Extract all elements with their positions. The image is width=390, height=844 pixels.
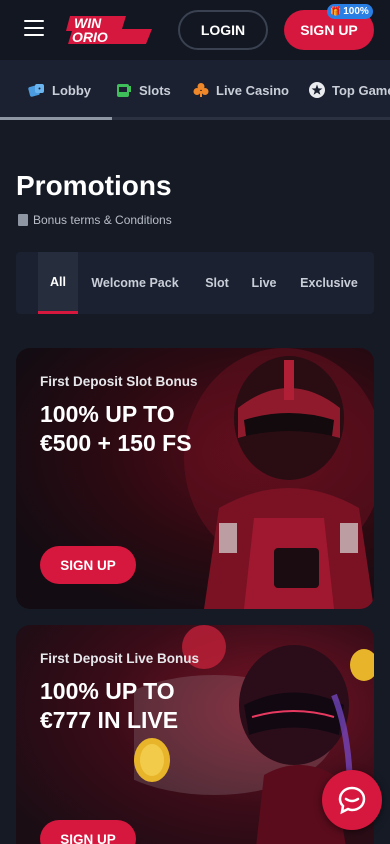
brand-logo[interactable]: WIN ORIO — [66, 12, 156, 48]
slot-machine-icon — [115, 81, 133, 99]
nav-label: Lobby — [52, 82, 91, 98]
badge-text: 100% — [343, 6, 369, 17]
promotion-card-live[interactable]: First Deposit Live Bonus 100% UP TO €777… — [16, 625, 374, 844]
live-chat-button[interactable] — [322, 770, 382, 830]
terms-label: Bonus terms & Conditions — [33, 213, 172, 227]
promo-subtitle: First Deposit Slot Bonus — [40, 374, 198, 389]
login-button[interactable]: LOGIN — [178, 10, 268, 50]
top-header: WIN ORIO LOGIN SIGN UP 🎁 100% — [0, 0, 390, 60]
promo-headline-line2: €500 + 150 FS — [40, 430, 192, 456]
star-icon — [308, 81, 326, 99]
club-icon — [192, 81, 210, 99]
promo-headline-line2: €777 IN LIVE — [40, 707, 179, 733]
promotion-filters: All Welcome Pack Slot Live Exclusive — [16, 252, 374, 314]
promotion-card-slot[interactable]: First Deposit Slot Bonus 100% UP TO €500… — [16, 348, 374, 609]
category-nav: Lobby Slots Live Casino Top Games — [0, 60, 390, 120]
bonus-terms-link[interactable]: Bonus terms & Conditions — [18, 213, 172, 227]
document-icon — [18, 214, 28, 226]
chat-bubble-icon — [338, 786, 366, 815]
promo-headline-line1: 100% UP TO — [40, 678, 175, 704]
nav-label: Live Casino — [216, 82, 289, 98]
gift-icon: 🎁 — [330, 6, 342, 16]
filter-live[interactable]: Live — [246, 252, 282, 314]
promo-headline-line1: 100% UP TO — [40, 401, 175, 427]
promo-signup-button[interactable]: SIGN UP — [40, 546, 136, 584]
promo-signup-button[interactable]: SIGN UP — [40, 820, 136, 844]
promo-subtitle: First Deposit Live Bonus — [40, 651, 200, 666]
filter-welcome-pack[interactable]: Welcome Pack — [86, 252, 184, 314]
nav-label: Top Games — [332, 82, 390, 98]
nav-item-lobby[interactable]: Lobby — [28, 80, 91, 100]
nav-item-live-casino[interactable]: Live Casino — [192, 80, 289, 100]
nav-label: Slots — [139, 82, 171, 98]
nav-active-indicator — [0, 117, 112, 120]
menu-icon[interactable] — [24, 20, 44, 36]
dice-icon — [28, 81, 46, 99]
filter-all[interactable]: All — [38, 252, 78, 314]
nav-item-top-games[interactable]: Top Games — [308, 80, 390, 100]
filter-slot[interactable]: Slot — [198, 252, 236, 314]
filter-exclusive[interactable]: Exclusive — [296, 252, 362, 314]
bonus-badge: 🎁 100% — [327, 4, 373, 19]
page-title: Promotions — [16, 170, 172, 201]
nav-item-slots[interactable]: Slots — [115, 80, 171, 100]
logo-text-bottom: ORIO — [72, 29, 108, 45]
